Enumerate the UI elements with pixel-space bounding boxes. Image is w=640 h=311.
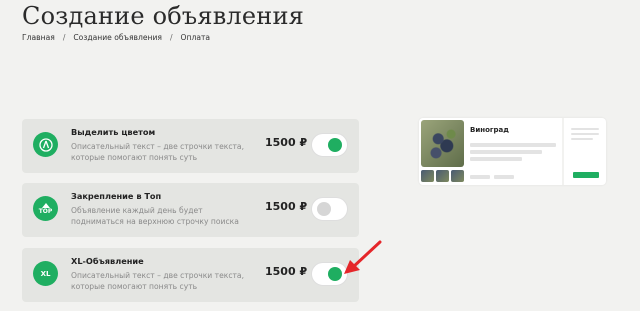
thumbnail-image — [451, 170, 464, 182]
thumbnail-image — [421, 170, 434, 182]
breadcrumb-separator: / — [169, 33, 173, 42]
breadcrumb-payment: Оплата — [180, 33, 211, 42]
preview-divider — [562, 118, 564, 185]
top-icon-label: TOP — [38, 207, 53, 215]
placeholder-line — [470, 150, 542, 154]
option-description: Описательный текст – две строчки текста,… — [71, 142, 244, 162]
preview-action-button — [573, 172, 599, 178]
grape-photo — [421, 120, 464, 167]
option-price: 1500 ₽ — [265, 136, 308, 149]
palette-icon — [33, 132, 58, 157]
placeholder-line — [470, 157, 522, 161]
breadcrumb-separator: / — [62, 33, 66, 42]
ad-preview-card: Виноград — [419, 118, 606, 185]
annotation-arrow-icon — [344, 240, 382, 274]
option-price: 1500 ₽ — [265, 200, 308, 213]
option-description: Описательный текст – две строчки текста,… — [71, 271, 244, 291]
placeholder-line — [571, 128, 599, 130]
breadcrumb-home[interactable]: Главная — [22, 33, 55, 42]
option-toggle-highlight-color[interactable] — [311, 133, 348, 157]
placeholder-line — [571, 138, 593, 140]
option-card-pin-top: TOP Закрепление в Топ Объявление каждый … — [22, 183, 359, 237]
placeholder-line — [470, 175, 490, 179]
option-title: Выделить цветом — [71, 127, 156, 137]
thumbnail-image — [436, 170, 449, 182]
option-title: XL-Объявление — [71, 256, 144, 266]
breadcrumb-create-ad[interactable]: Создание объявления — [73, 33, 162, 42]
xl-icon-label: XL — [40, 269, 51, 278]
placeholder-line — [470, 143, 556, 147]
option-description: Объявление каждый день будет подниматься… — [71, 206, 239, 226]
option-price: 1500 ₽ — [265, 265, 308, 278]
toggle-knob — [317, 202, 331, 216]
breadcrumb: Главная / Создание объявления / Оплата — [22, 33, 210, 42]
placeholder-line — [571, 133, 599, 135]
option-card-highlight-color: Выделить цветом Описательный текст – две… — [22, 119, 359, 173]
xl-icon: XL — [33, 261, 58, 286]
page-title: Создание объявления — [22, 2, 305, 30]
top-icon: TOP — [33, 196, 58, 221]
toggle-knob — [328, 138, 342, 152]
option-title: Закрепление в Топ — [71, 191, 162, 201]
option-toggle-pin-top[interactable] — [311, 197, 348, 221]
option-card-xl-ad: XL XL-Объявление Описательный текст – дв… — [22, 248, 359, 302]
placeholder-line — [494, 175, 514, 179]
preview-title: Виноград — [470, 126, 509, 134]
